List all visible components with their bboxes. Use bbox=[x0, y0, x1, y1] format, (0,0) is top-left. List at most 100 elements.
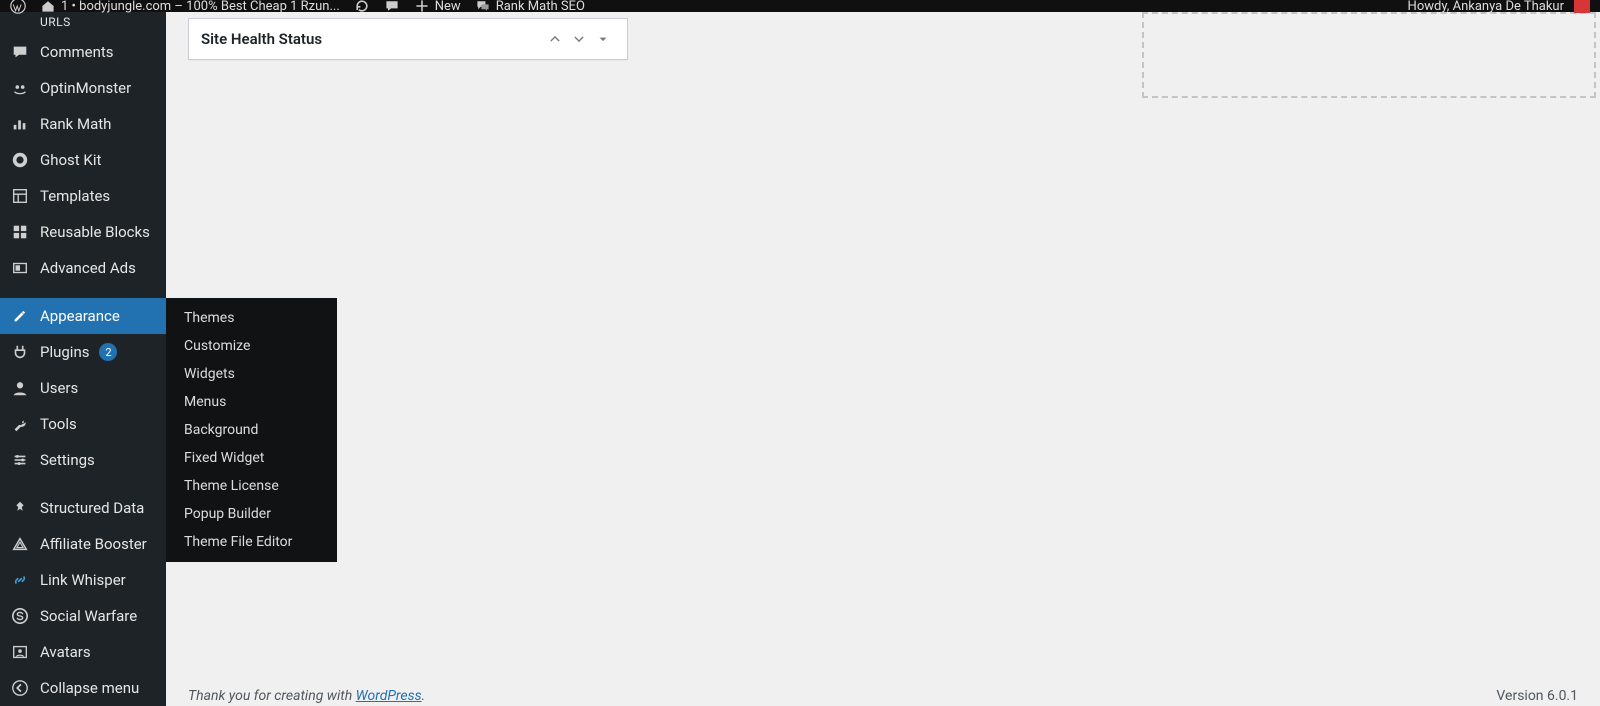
link-icon bbox=[10, 570, 30, 590]
ads-icon bbox=[10, 258, 30, 278]
admin-topbar: 1 • bodyjungle.com – 100% Best Cheap 1 R… bbox=[0, 0, 1600, 12]
wordpress-icon bbox=[10, 0, 26, 14]
sidebar-item-cut[interactable]: URLs bbox=[0, 12, 166, 34]
sidebar-item-label: Advanced Ads bbox=[40, 259, 136, 277]
sidebar-item-label: Social Warfare bbox=[40, 607, 137, 625]
sidebar-item-label: Reusable Blocks bbox=[40, 223, 150, 241]
footer-thanks: Thank you for creating with WordPress. bbox=[188, 688, 425, 704]
triangle-icon bbox=[10, 534, 30, 554]
plus-icon bbox=[414, 0, 430, 14]
topbar-site-name[interactable]: 1 • bodyjungle.com – 100% Best Cheap 1 R… bbox=[40, 0, 340, 14]
sidebar-item-affiliate-booster[interactable]: Affiliate Booster bbox=[0, 526, 166, 562]
sidebar-item-appearance[interactable]: Appearance bbox=[0, 298, 166, 334]
submenu-item-theme-file-editor[interactable]: Theme File Editor bbox=[166, 528, 337, 556]
submenu-item-popup-builder[interactable]: Popup Builder bbox=[166, 500, 337, 528]
monster-icon bbox=[10, 78, 30, 98]
collapse-icon bbox=[10, 678, 30, 698]
sidebar-item-advanced-ads[interactable]: Advanced Ads bbox=[0, 250, 166, 286]
sidebar-item-label: Tools bbox=[40, 415, 77, 433]
topbar-wp-logo[interactable] bbox=[10, 0, 26, 14]
plug-icon bbox=[10, 342, 30, 362]
sidebar-item-comments[interactable]: Comments bbox=[0, 34, 166, 70]
topbar-updates[interactable] bbox=[354, 0, 370, 14]
footer-version: Version 6.0.1 bbox=[1496, 688, 1578, 704]
chat-icon bbox=[475, 0, 491, 14]
submenu-item-customize[interactable]: Customize bbox=[166, 332, 337, 360]
topbar-greeting[interactable]: Howdy, Ankanya De Thakur bbox=[1408, 0, 1564, 14]
sidebar-item-label: Rank Math bbox=[40, 115, 111, 133]
footer-wordpress-link[interactable]: WordPress bbox=[356, 688, 422, 704]
sidebar-separator bbox=[0, 286, 166, 298]
sidebar-item-reusable-blocks[interactable]: Reusable Blocks bbox=[0, 214, 166, 250]
site-name-text: 1 • bodyjungle.com – 100% Best Cheap 1 R… bbox=[61, 0, 340, 14]
sidebar-item-social-warfare[interactable]: Social Warfare bbox=[0, 598, 166, 634]
sidebar-item-label: Avatars bbox=[40, 643, 91, 661]
caret-down-icon bbox=[596, 32, 610, 46]
sidebar-item-rank-math[interactable]: Rank Math bbox=[0, 106, 166, 142]
sidebar-item-optinmonster[interactable]: OptinMonster bbox=[0, 70, 166, 106]
topbar-comments[interactable] bbox=[384, 0, 400, 14]
topbar-right: Howdy, Ankanya De Thakur bbox=[1408, 0, 1590, 14]
sidebar-item-label: Structured Data bbox=[40, 499, 144, 517]
sidebar-item-plugins[interactable]: Plugins 2 bbox=[0, 334, 166, 370]
sidebar-item-label: Templates bbox=[40, 187, 110, 205]
main-content: Site Health Status Thank you for creatin… bbox=[166, 12, 1600, 706]
chevron-down-icon bbox=[572, 32, 586, 46]
topbar-new[interactable]: New bbox=[414, 0, 461, 14]
circle-g-icon bbox=[10, 150, 30, 170]
sliders-icon bbox=[10, 450, 30, 470]
notification-indicator[interactable] bbox=[1574, 0, 1590, 13]
submenu-item-theme-license[interactable]: Theme License bbox=[166, 472, 337, 500]
sidebar-item-tools[interactable]: Tools bbox=[0, 406, 166, 442]
admin-footer: Thank you for creating with WordPress. V… bbox=[166, 682, 1600, 706]
sidebar-item-label: Comments bbox=[40, 43, 114, 61]
comment-icon bbox=[384, 0, 400, 14]
dashboard-dropzone[interactable] bbox=[1142, 12, 1596, 98]
sidebar-item-label: Ghost Kit bbox=[40, 151, 101, 169]
wrench-icon bbox=[10, 414, 30, 434]
blocks-icon bbox=[10, 222, 30, 242]
sidebar-item-users[interactable]: Users bbox=[0, 370, 166, 406]
submenu-item-widgets[interactable]: Widgets bbox=[166, 360, 337, 388]
sidebar-item-label: OptinMonster bbox=[40, 79, 131, 97]
topbar-rankmath[interactable]: Rank Math SEO bbox=[475, 0, 585, 14]
submenu-item-fixed-widget[interactable]: Fixed Widget bbox=[166, 444, 337, 472]
chevron-up-icon bbox=[548, 32, 562, 46]
appearance-submenu: ThemesCustomizeWidgetsMenusBackgroundFix… bbox=[166, 298, 337, 562]
home-icon bbox=[40, 0, 56, 14]
topbar-left: 1 • bodyjungle.com – 100% Best Cheap 1 R… bbox=[10, 0, 585, 14]
sidebar-item-label: Settings bbox=[40, 451, 95, 469]
sidebar-item-ghost-kit[interactable]: Ghost Kit bbox=[0, 142, 166, 178]
collapse-label: Collapse menu bbox=[40, 679, 139, 697]
avatar-icon bbox=[10, 642, 30, 662]
submenu-item-themes[interactable]: Themes bbox=[166, 304, 337, 332]
widget-move-up[interactable] bbox=[543, 27, 567, 51]
sidebar-item-templates[interactable]: Templates bbox=[0, 178, 166, 214]
sidebar-separator bbox=[0, 478, 166, 490]
topbar-new-label: New bbox=[435, 0, 461, 14]
submenu-item-background[interactable]: Background bbox=[166, 416, 337, 444]
widget-move-down[interactable] bbox=[567, 27, 591, 51]
sidebar-item-label: Plugins bbox=[40, 343, 89, 361]
sidebar-item-avatars[interactable]: Avatars bbox=[0, 634, 166, 670]
sidebar-item-structured-data[interactable]: Structured Data bbox=[0, 490, 166, 526]
submenu-item-menus[interactable]: Menus bbox=[166, 388, 337, 416]
sidebar-item-link-whisper[interactable]: Link Whisper bbox=[0, 562, 166, 598]
chart-icon bbox=[10, 114, 30, 134]
sidebar-badge: 2 bbox=[99, 343, 117, 361]
sidebar-item-label: Users bbox=[40, 379, 78, 397]
refresh-icon bbox=[354, 0, 370, 14]
sidebar-item-settings[interactable]: Settings bbox=[0, 442, 166, 478]
brush-icon bbox=[10, 306, 30, 326]
pin-icon bbox=[10, 498, 30, 518]
comment-icon bbox=[10, 42, 30, 62]
sidebar-item-label: Affiliate Booster bbox=[40, 535, 147, 553]
widget-toggle[interactable] bbox=[591, 27, 615, 51]
topbar-rankmath-label: Rank Math SEO bbox=[496, 0, 585, 14]
sidebar-item-label: Appearance bbox=[40, 307, 120, 325]
layout-icon bbox=[10, 186, 30, 206]
user-icon bbox=[10, 378, 30, 398]
admin-sidebar: URLs Comments OptinMonster Rank Math Ghost K… bbox=[0, 12, 166, 706]
site-health-widget: Site Health Status bbox=[188, 18, 628, 60]
sidebar-collapse[interactable]: Collapse menu bbox=[0, 670, 166, 706]
